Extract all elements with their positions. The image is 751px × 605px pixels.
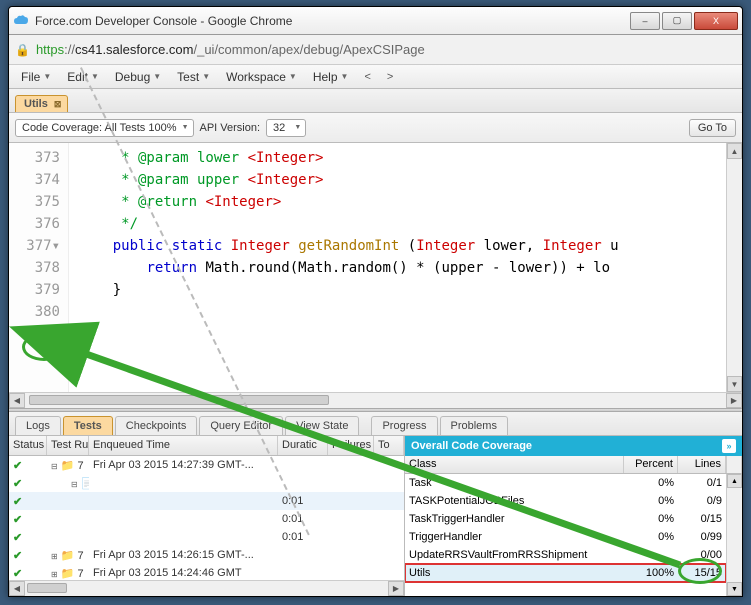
tab-view-state[interactable]: View State: [285, 416, 359, 435]
menu-test[interactable]: Test▼: [171, 68, 216, 86]
coverage-row[interactable]: TaskTriggerHandler0%0/15: [405, 510, 726, 528]
test-row[interactable]: ✔0:01: [9, 492, 404, 510]
tab-checkpoints[interactable]: Checkpoints: [115, 416, 198, 435]
test-row[interactable]: ✔ ⊟ 📁 7 Fri Apr 03 2015 14:27:39 GMT-...: [9, 456, 404, 474]
file-tab-bar: Utils ⊠: [9, 89, 742, 113]
url-text: https://cs41.salesforce.com/_ui/common/a…: [36, 42, 425, 57]
editor-toolbar: Code Coverage: All Tests 100% API Versio…: [9, 113, 742, 143]
bottom-tab-bar: Logs Tests Checkpoints Query Editor View…: [9, 412, 742, 436]
menu-edit[interactable]: Edit▼: [61, 68, 105, 86]
tab-logs[interactable]: Logs: [15, 416, 61, 435]
menu-help[interactable]: Help▼: [307, 68, 355, 86]
window-title: Force.com Developer Console - Google Chr…: [35, 14, 630, 28]
titlebar: Force.com Developer Console - Google Chr…: [9, 7, 742, 35]
maximize-button[interactable]: ▢: [662, 12, 692, 30]
menu-bar: File▼ Edit▼ Debug▼ Test▼ Workspace▼ Help…: [9, 65, 742, 89]
close-icon[interactable]: ⊠: [52, 99, 64, 110]
scroll-down-icon[interactable]: ▼: [727, 376, 742, 392]
code-coverage-dropdown[interactable]: Code Coverage: All Tests 100%: [15, 119, 194, 137]
expand-icon[interactable]: »: [722, 439, 736, 453]
goto-button[interactable]: Go To: [689, 119, 736, 137]
api-version-label: API Version:: [200, 122, 261, 134]
tab-tests[interactable]: Tests: [63, 416, 113, 435]
coverage-row[interactable]: UpdateRRSVaultFromRRSShipment0/00: [405, 546, 726, 564]
api-version-dropdown[interactable]: 32: [266, 119, 306, 137]
app-icon: [13, 13, 29, 29]
coverage-columns: Class Percent Lines: [405, 456, 742, 474]
lock-icon: 🔒: [15, 43, 30, 57]
tests-header: Status Test Ru Enqueued Time Duratic Fai…: [9, 436, 404, 456]
tests-grid[interactable]: ✔ ⊟ 📁 7 Fri Apr 03 2015 14:27:39 GMT-...…: [9, 456, 404, 580]
scroll-thumb[interactable]: [29, 395, 329, 405]
coverage-panel: Overall Code Coverage » Class Percent Li…: [405, 436, 742, 596]
minimize-button[interactable]: –: [630, 12, 660, 30]
tab-problems[interactable]: Problems: [440, 416, 508, 435]
coverage-row-utils[interactable]: Utils100%15/15: [405, 564, 726, 582]
nav-back[interactable]: <: [358, 71, 376, 83]
file-tab-label: Utils: [24, 98, 48, 110]
menu-file[interactable]: File▼: [15, 68, 57, 86]
coverage-grid[interactable]: Task0%0/1 TASKPotentialJOBFiles0%0/9 Tas…: [405, 474, 742, 596]
address-bar[interactable]: 🔒 https://cs41.salesforce.com/_ui/common…: [9, 35, 742, 65]
coverage-v-scrollbar[interactable]: ▲ ▼: [726, 474, 742, 596]
nav-forward[interactable]: >: [381, 71, 399, 83]
coverage-row[interactable]: TriggerHandler0%0/99: [405, 528, 726, 546]
menu-workspace[interactable]: Workspace▼: [220, 68, 303, 86]
test-row[interactable]: ✔0:01: [9, 510, 404, 528]
coverage-header: Overall Code Coverage »: [405, 436, 742, 456]
code-text[interactable]: * @param lower <Integer> * @param upper …: [69, 143, 726, 392]
test-row[interactable]: ✔ ⊞ 📁 7 Fri Apr 03 2015 14:24:46 GMT: [9, 564, 404, 580]
test-row[interactable]: ✔0:01: [9, 528, 404, 546]
scroll-up-icon[interactable]: ▲: [727, 143, 742, 159]
scroll-left-icon[interactable]: ◀: [9, 393, 25, 408]
tab-progress[interactable]: Progress: [371, 416, 437, 435]
menu-debug[interactable]: Debug▼: [109, 68, 167, 86]
close-button[interactable]: X: [694, 12, 738, 30]
horizontal-scrollbar[interactable]: ◀ ▶: [9, 392, 742, 408]
tab-query-editor[interactable]: Query Editor: [199, 416, 283, 435]
tests-panel: Status Test Ru Enqueued Time Duratic Fai…: [9, 436, 405, 596]
file-tab-utils[interactable]: Utils ⊠: [15, 95, 68, 112]
coverage-row[interactable]: Task0%0/1: [405, 474, 726, 492]
test-row[interactable]: ✔ ⊞ 📁 7 Fri Apr 03 2015 14:26:15 GMT-...: [9, 546, 404, 564]
code-editor[interactable]: 373 374 375 376 377▾ 378 379 380 381 * @…: [9, 143, 742, 392]
coverage-row[interactable]: TASKPotentialJOBFiles0%0/9: [405, 492, 726, 510]
line-gutter: 373 374 375 376 377▾ 378 379 380 381: [9, 143, 69, 392]
vertical-scrollbar[interactable]: ▲ ▼: [726, 143, 742, 392]
test-row[interactable]: ✔⊟ 📄: [9, 474, 404, 492]
tests-h-scrollbar[interactable]: ◀▶: [9, 580, 404, 596]
scroll-right-icon[interactable]: ▶: [726, 393, 742, 408]
